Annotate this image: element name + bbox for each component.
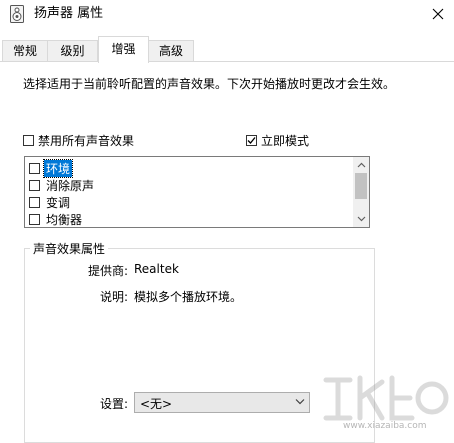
close-button[interactable] <box>424 2 452 26</box>
chevron-down-icon <box>357 216 365 222</box>
description-value: 模拟多个播放环境。 <box>134 290 243 304</box>
title-bar: 扬声器 属性 <box>0 0 454 28</box>
list-item[interactable]: 消除原声 <box>29 177 96 193</box>
disable-all-effects-checkbox[interactable]: 禁用所有声音效果 <box>23 132 134 149</box>
checkbox-box[interactable] <box>29 196 40 208</box>
effect-label: 环境 <box>42 158 74 178</box>
effect-label: 消除原声 <box>46 178 95 193</box>
enhancements-description: 选择适用于当前聆听配置的声音效果。下次开始播放时更改才会生效。 <box>23 77 396 91</box>
chevron-down-icon <box>295 399 305 405</box>
watermark-url: www.xiazaiba.com <box>343 421 427 431</box>
list-item[interactable]: 变调 <box>29 194 72 210</box>
checkmark-icon <box>247 137 256 144</box>
chevron-up-icon <box>357 162 365 168</box>
checkbox-box[interactable] <box>29 162 40 174</box>
settings-dropdown[interactable]: <无> <box>134 392 310 413</box>
provider-value: Realtek <box>134 262 179 276</box>
checkbox-box[interactable] <box>246 135 257 146</box>
tab-levels[interactable]: 级别 <box>47 40 98 61</box>
tab-advanced[interactable]: 高级 <box>148 40 194 61</box>
list-scrollbar[interactable] <box>353 157 369 227</box>
effects-list[interactable]: 环境 消除原声 变调 均衡器 <box>24 156 370 228</box>
disable-all-effects-label: 禁用所有声音效果 <box>38 134 135 148</box>
group-title: 声音效果属性 <box>30 240 109 257</box>
tab-general[interactable]: 常规 <box>2 40 48 61</box>
scroll-up-arrow[interactable] <box>353 158 369 172</box>
description-label: 说明: <box>100 290 129 304</box>
speaker-icon <box>9 5 25 23</box>
checkbox-box[interactable] <box>29 179 40 191</box>
immediate-mode-label: 立即模式 <box>261 134 310 148</box>
tab-enhancements[interactable]: 增强 <box>98 36 149 63</box>
scroll-down-arrow[interactable] <box>353 212 369 226</box>
provider-label: 提供商: <box>88 264 129 278</box>
tab-strip: 常规 级别 增强 高级 <box>0 36 454 63</box>
scroll-thumb[interactable] <box>355 173 367 199</box>
effect-label: 均衡器 <box>46 212 83 227</box>
settings-label: 设置: <box>100 397 129 411</box>
settings-selected-value: <无> <box>140 397 173 411</box>
immediate-mode-checkbox[interactable]: 立即模式 <box>246 132 309 149</box>
close-icon <box>432 8 444 20</box>
effect-label: 变调 <box>46 195 71 210</box>
checkbox-box[interactable] <box>23 135 34 146</box>
checkbox-box[interactable] <box>29 213 40 225</box>
list-item[interactable]: 环境 <box>29 158 74 178</box>
window-title: 扬声器 属性 <box>34 6 104 21</box>
list-item[interactable]: 均衡器 <box>29 211 84 227</box>
